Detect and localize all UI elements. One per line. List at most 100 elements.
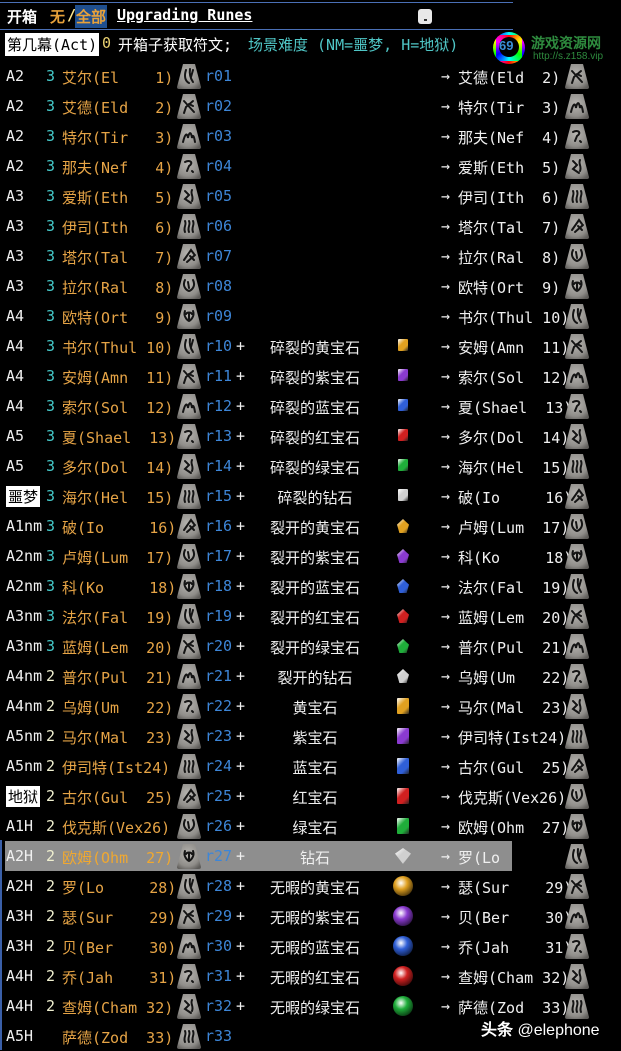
- table-row[interactable]: A2H 2 欧姆(Ohm 27) r27 + 钻石 → 罗(Lo: [0, 841, 621, 871]
- table-row[interactable]: A4 3 欧特(Ort 9) r09 → 书尔(Thul 10): [0, 301, 621, 331]
- gem-shape: [398, 339, 408, 351]
- table-row[interactable]: A2 3 艾德(Eld 2) r02 → 特尔(Tir 3): [0, 91, 621, 121]
- rune-name: 拉尔(Ral 8): [62, 279, 174, 297]
- act-cell: A4H: [6, 967, 34, 985]
- minimize-button-icon[interactable]: [418, 9, 432, 24]
- result-rune-stone-icon: [563, 842, 591, 870]
- gem-shape: [397, 758, 409, 774]
- table-row[interactable]: A2 3 艾尔(El 1) r01 → 艾德(Eld 2): [0, 61, 621, 91]
- result-rune-name: 那夫(Nef 4): [458, 129, 561, 147]
- gem-icon: [393, 906, 413, 926]
- count-cell: 2: [46, 787, 56, 805]
- table-row[interactable]: 地狱 2 古尔(Gul 25) r25 + 红宝石 → 伐克斯(Vex26): [0, 781, 621, 811]
- result-rune-name: 贝(Ber 30): [458, 909, 573, 927]
- table-row[interactable]: A4 3 书尔(Thul 10) r10 + 碎裂的黄宝石 → 安姆(Amn 1…: [0, 331, 621, 361]
- result-rune-stone-icon: [563, 272, 591, 300]
- rune-name: 卢姆(Lum 17): [62, 549, 174, 567]
- rune-stone-icon: [175, 632, 203, 660]
- result-rune-name: 艾德(Eld 2): [458, 69, 561, 87]
- table-row[interactable]: A4H 2 查姆(Cham 32) r32 + 无暇的绿宝石 → 萨德(Zod …: [0, 991, 621, 1021]
- gem-icon: [395, 817, 411, 835]
- table-row[interactable]: A5 3 多尔(Dol 14) r14 + 碎裂的绿宝石 → 海尔(Hel 15…: [0, 451, 621, 481]
- count-cell: 3: [46, 97, 56, 115]
- count-cell: 3: [46, 67, 56, 85]
- option-none[interactable]: 无: [50, 6, 65, 27]
- table-row[interactable]: A4 3 索尔(Sol 12) r12 + 碎裂的蓝宝石 → 夏(Shael 1…: [0, 391, 621, 421]
- count-cell: 2: [46, 907, 56, 925]
- gem-icon: [395, 757, 411, 775]
- gem-name: 紫宝石: [292, 729, 338, 747]
- rune-stone-icon: [175, 332, 203, 360]
- table-row[interactable]: A2 3 那夫(Nef 4) r04 → 爱斯(Eth 5): [0, 151, 621, 181]
- gem-icon: [393, 936, 413, 956]
- table-row[interactable]: A2 3 特尔(Tir 3) r03 → 那夫(Nef 4): [0, 121, 621, 151]
- table-row[interactable]: A3H 2 贝(Ber 30) r30 + 无暇的蓝宝石 → 乔(Jah 31): [0, 931, 621, 961]
- table-row[interactable]: 噩梦 3 海尔(Hel 15) r15 + 碎裂的钻石 → 破(Io 16): [0, 481, 621, 511]
- table-row[interactable]: A5nm 2 伊司特(Ist24) r24 + 蓝宝石 → 古尔(Gul 25): [0, 751, 621, 781]
- count-cell: 3: [46, 217, 56, 235]
- table-row[interactable]: A1H 2 伐克斯(Vex26) r26 + 绿宝石 → 欧姆(Ohm 27): [0, 811, 621, 841]
- act-cell: A4: [6, 337, 25, 355]
- act-cell: A5nm: [6, 757, 43, 775]
- gem-shape: [397, 788, 409, 804]
- gem-name: 无暇的蓝宝石: [269, 939, 360, 957]
- gem-icon: [395, 727, 411, 745]
- table-row[interactable]: A3nm 3 蓝姆(Lem 20) r20 + 裂开的绿宝石 → 普尔(Pul …: [0, 631, 621, 661]
- table-row[interactable]: A5 3 夏(Shael 13) r13 + 碎裂的红宝石 → 多尔(Dol 1…: [0, 421, 621, 451]
- table-row[interactable]: A1nm 3 破(Io 16) r16 + 裂开的黄宝石 → 卢姆(Lum 17…: [0, 511, 621, 541]
- rune-stone-icon: [175, 602, 203, 630]
- rune-stone-icon: [175, 962, 203, 990]
- act-cell: A5H: [6, 1027, 34, 1045]
- rune-stone-icon: [175, 992, 203, 1020]
- act-cell: A3nm: [6, 637, 43, 655]
- table-row[interactable]: A3nm 3 法尔(Fal 19) r19 + 裂开的红宝石 → 蓝姆(Lem …: [0, 601, 621, 631]
- rune-code: r24: [205, 757, 233, 775]
- gem-shape: [398, 459, 408, 471]
- count-cell: 3: [46, 577, 56, 595]
- table-row[interactable]: A2nm 3 科(Ko 18) r18 + 裂开的蓝宝石 → 法尔(Fal 19…: [0, 571, 621, 601]
- gem-name: 无暇的黄宝石: [269, 879, 360, 897]
- table-row[interactable]: A3 3 伊司(Ith 6) r06 → 塔尔(Tal 7): [0, 211, 621, 241]
- result-rune-name: 萨德(Zod 33): [458, 999, 570, 1017]
- table-row[interactable]: A4nm 2 乌姆(Um 22) r22 + 黄宝石 → 马尔(Mal 23): [0, 691, 621, 721]
- subtitle-link[interactable]: Upgrading Runes: [117, 6, 252, 24]
- table-row[interactable]: A4 3 安姆(Amn 11) r11 + 碎裂的紫宝石 → 索尔(Sol 12…: [0, 361, 621, 391]
- result-rune-name: 索尔(Sol 12): [458, 369, 570, 387]
- rune-stone-icon: [175, 902, 203, 930]
- act-cell: A3: [6, 217, 25, 235]
- table-row[interactable]: A4nm 2 普尔(Pul 21) r21 + 裂开的钻石 → 乌姆(Um 22…: [0, 661, 621, 691]
- rune-code: r25: [205, 787, 233, 805]
- table-row[interactable]: A2nm 3 卢姆(Lum 17) r17 + 裂开的紫宝石 → 科(Ko 18…: [0, 541, 621, 571]
- arrow-icon: →: [441, 427, 451, 445]
- result-rune-name: 普尔(Pul 21): [458, 639, 570, 657]
- rune-code: r28: [205, 877, 233, 895]
- table-row[interactable]: A2H 2 罗(Lo 28) r28 + 无暇的黄宝石 → 瑟(Sur 29): [0, 871, 621, 901]
- rune-code: r26: [205, 817, 233, 835]
- count-cell: 2: [46, 847, 56, 865]
- act-cell: A2nm: [6, 547, 43, 565]
- gem-name: 绿宝石: [292, 819, 338, 837]
- rune-stone-icon: [175, 362, 203, 390]
- result-rune-stone-icon: [563, 722, 591, 750]
- arrow-icon: →: [441, 877, 451, 895]
- plus-sign: +: [236, 757, 246, 775]
- rune-name: 爱斯(Eth 5): [62, 189, 174, 207]
- gem-shape: [393, 876, 413, 896]
- table-row[interactable]: A3 3 爱斯(Eth 5) r05 → 伊司(Ith 6): [0, 181, 621, 211]
- arrow-icon: →: [441, 607, 451, 625]
- arrow-icon: →: [441, 907, 451, 925]
- gem-shape: [397, 698, 409, 714]
- option-all[interactable]: 全部: [75, 5, 108, 28]
- gem-name: 碎裂的紫宝石: [269, 369, 360, 387]
- result-rune-name: 爱斯(Eth 5): [458, 159, 561, 177]
- result-rune-stone-icon: [563, 632, 591, 660]
- result-rune-name: 伐克斯(Vex26): [458, 789, 567, 807]
- table-row[interactable]: A3 3 拉尔(Ral 8) r08 → 欧特(Ort 9): [0, 271, 621, 301]
- gem-shape: [393, 966, 413, 986]
- arrow-icon: →: [441, 457, 451, 475]
- table-row[interactable]: A4H 2 乔(Jah 31) r31 + 无暇的红宝石 → 查姆(Cham 3…: [0, 961, 621, 991]
- result-rune-stone-icon: [563, 122, 591, 150]
- table-row[interactable]: A3 3 塔尔(Tal 7) r07 → 拉尔(Ral 8): [0, 241, 621, 271]
- table-row[interactable]: A3H 2 瑟(Sur 29) r29 + 无暇的紫宝石 → 贝(Ber 30): [0, 901, 621, 931]
- table-row[interactable]: A5nm 2 马尔(Mal 23) r23 + 紫宝石 → 伊司特(Ist24): [0, 721, 621, 751]
